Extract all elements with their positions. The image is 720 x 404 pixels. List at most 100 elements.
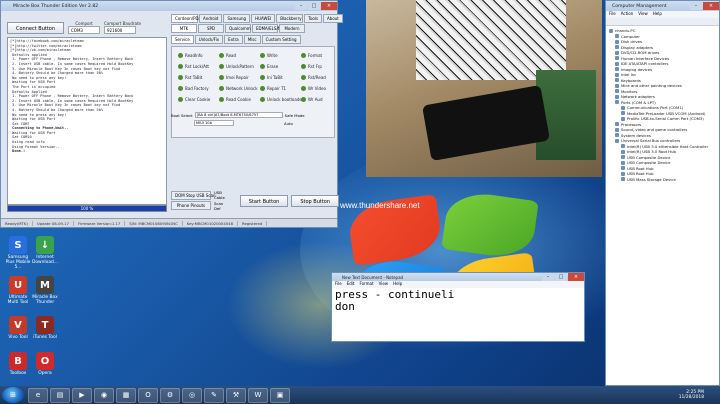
mgr-menu-item[interactable]: Help	[653, 11, 662, 18]
notepad-titlebar[interactable]: New Text Document - Notepad – □ ×	[332, 273, 584, 281]
mgr-titlebar[interactable]: Computer Management – ×	[606, 1, 719, 11]
connect-button[interactable]: Connect Button	[7, 22, 65, 34]
start-button-orb[interactable]: ⊞	[2, 387, 24, 403]
desktop-icon[interactable]: B Toolbox	[3, 352, 33, 376]
notepad-text-area[interactable]: press - continueli don	[332, 288, 584, 314]
tab-service[interactable]: Service	[171, 35, 194, 44]
app-titlebar[interactable]: Miracle Box Thunder Edition Ver 2.82 – □…	[1, 1, 337, 11]
tab-modern[interactable]: Modern	[279, 24, 305, 33]
desktop-icon[interactable]: V Vivo Tool	[3, 316, 33, 340]
notepad-menu-item[interactable]: Edit	[347, 281, 355, 288]
taskbar-item-note[interactable]: ✎	[204, 387, 224, 403]
taskbar-item-media[interactable]: ▶	[72, 387, 92, 403]
option-wr-video[interactable]: Wr Video	[301, 86, 326, 91]
tab-android[interactable]: Android	[199, 14, 223, 23]
notepad-window[interactable]: New Text Document - Notepad – □ × File Edit…	[331, 272, 585, 342]
option-readinfo[interactable]: ReadInfo	[178, 53, 203, 58]
minimize-icon[interactable]: –	[295, 2, 307, 10]
notepad-menu-item[interactable]: Format	[359, 281, 373, 288]
tab-custom-setting[interactable]: Custom Setting	[261, 35, 301, 44]
tab-extra[interactable]: Extra	[224, 35, 243, 44]
option-clear-cookie[interactable]: Clear Cookie	[178, 97, 210, 102]
option-rst-lock-att[interactable]: Rst Lock/Att	[178, 64, 209, 69]
minimize-icon[interactable]: –	[690, 2, 702, 10]
miracle-box-window[interactable]: Miracle Box Thunder Edition Ver 2.82 – □…	[0, 0, 343, 228]
log-console[interactable]: [*]http://facebook.com/miracleteam [*]htt…	[7, 37, 167, 205]
tab-about[interactable]: About	[323, 14, 343, 23]
option-write[interactable]: Write	[260, 53, 278, 58]
desktop-icon[interactable]: ↓ Internet Download...	[30, 236, 60, 265]
tab-samsung[interactable]: Samsung	[223, 14, 251, 23]
tab-blackberry[interactable]: Blackberry	[276, 14, 304, 23]
scan-def-radio[interactable]: Scan Def	[214, 201, 225, 211]
option-rst-frp[interactable]: Rst Frp	[301, 64, 322, 69]
mgr-menu-item[interactable]: View	[638, 11, 648, 18]
phone-pinouts-button[interactable]: Phone Pinouts	[171, 201, 211, 210]
tab-tools[interactable]: Tools	[304, 14, 323, 23]
taskbar-item-opera[interactable]: O	[138, 387, 158, 403]
computer-management-window[interactable]: Computer Management – × File Action View Hel…	[605, 0, 720, 386]
close-icon[interactable]: ×	[568, 273, 584, 281]
comport-field[interactable]: Comport COM3	[68, 21, 101, 34]
comport-select[interactable]: COM3	[68, 26, 101, 34]
option-unlock-bootloader[interactable]: Unlock bootloader	[260, 97, 303, 102]
taskbar-item-word[interactable]: W	[248, 387, 268, 403]
device-tree[interactable]: chandu-PC Computer Disk drives Display adap…	[606, 26, 719, 184]
notepad-menu-item[interactable]: Help	[393, 281, 402, 288]
close-icon[interactable]: ×	[321, 2, 337, 10]
safe-mode-checkbox[interactable]: Safe Mode	[285, 113, 305, 118]
auto-checkbox[interactable]: Auto	[284, 121, 293, 126]
option-unlockpattern[interactable]: UnlockPattern	[219, 64, 254, 69]
tab-cordeon-pda[interactable]: Cordeon/PDA	[171, 14, 201, 23]
option-read-cookie[interactable]: Read Cookie	[219, 97, 251, 102]
taskbar-item-tool2[interactable]: ⚒	[226, 387, 246, 403]
desktop-icon[interactable]: TiTunes Tool	[30, 316, 60, 340]
taskbar-item-web[interactable]: ◎	[182, 387, 202, 403]
boot-sub-select[interactable]: MIUI 10b	[194, 120, 234, 126]
taskbar-item-chrome[interactable]: ◉	[94, 387, 114, 403]
baudrate-field[interactable]: Comport Baudrate 921600	[104, 21, 141, 34]
start-button[interactable]: Start Button	[239, 194, 289, 207]
taskbar-item-explorer[interactable]: ▤	[50, 387, 70, 403]
option-imei-repair[interactable]: Imei Repair	[219, 75, 249, 80]
option-rst-tabit[interactable]: Rst TaBit	[178, 75, 202, 80]
option-ini-tabit[interactable]: Ini TaBit	[260, 75, 283, 80]
mgr-menu-item[interactable]: File	[609, 11, 616, 18]
usb-cable-radio[interactable]: USB Cable	[214, 190, 225, 200]
tab-mtk[interactable]: MTK	[171, 24, 197, 33]
desktop-icon[interactable]: M Miracle Box Thunder	[30, 276, 60, 305]
tab-spd[interactable]: SPD	[198, 24, 224, 33]
maximize-icon[interactable]: □	[308, 2, 320, 10]
option-rst-read[interactable]: Rst/Read	[301, 75, 326, 80]
baudrate-select[interactable]: 921600	[104, 26, 137, 34]
close-icon[interactable]: ×	[703, 2, 719, 10]
option-wr-aud[interactable]: Wr Aud	[301, 97, 323, 102]
taskbar-item-tool[interactable]: ⚙	[160, 387, 180, 403]
minimize-icon[interactable]: –	[542, 273, 554, 281]
system-clock[interactable]: 2:25 PM 11/28/2018	[679, 390, 720, 400]
boot-select-box[interactable]: [BA 8 ctrl]A7/Boot 6.MT6750/6757	[194, 112, 283, 118]
option-network-unlock[interactable]: Network Unlock	[219, 86, 258, 91]
desktop-icon[interactable]: O Opera	[30, 352, 60, 376]
taskbar-item-folder[interactable]: ▦	[116, 387, 136, 403]
maximize-icon[interactable]: □	[555, 273, 567, 281]
tab-edma-els-mi[interactable]: EDMA/ELS/MI	[252, 24, 282, 33]
tab-qualcomm[interactable]: Qualcomm	[225, 24, 251, 33]
taskbar-item-ie[interactable]: e	[28, 387, 48, 403]
notepad-menu-item[interactable]: View	[379, 281, 389, 288]
desktop-icon[interactable]: U Ultimate Multi Tool	[3, 276, 33, 305]
tree-node[interactable]: USB Mass Storage Device	[609, 177, 716, 183]
mgr-menu-item[interactable]: Action	[621, 11, 634, 18]
option-format[interactable]: Format	[301, 53, 322, 58]
option-bad-factory[interactable]: Bad Factory	[178, 86, 209, 91]
tab-misc[interactable]: Misc	[243, 35, 261, 44]
tab-huawei[interactable]: HUAWEI	[251, 14, 276, 23]
option-erase[interactable]: Erase	[260, 64, 278, 69]
taskbar-item-mgr[interactable]: ▣	[270, 387, 290, 403]
desktop-icon[interactable]: S Samsung Plus Mobile 5...	[3, 236, 33, 270]
option-read[interactable]: Read	[219, 53, 236, 58]
tab-unlock-fix[interactable]: Unlock/Fix	[194, 35, 224, 44]
dom-stop-usb-scan[interactable]: DOM Stop USB Scan	[171, 191, 216, 200]
notepad-menu-item[interactable]: File	[335, 281, 342, 288]
option-repair-t1[interactable]: Repair T1	[260, 86, 286, 91]
